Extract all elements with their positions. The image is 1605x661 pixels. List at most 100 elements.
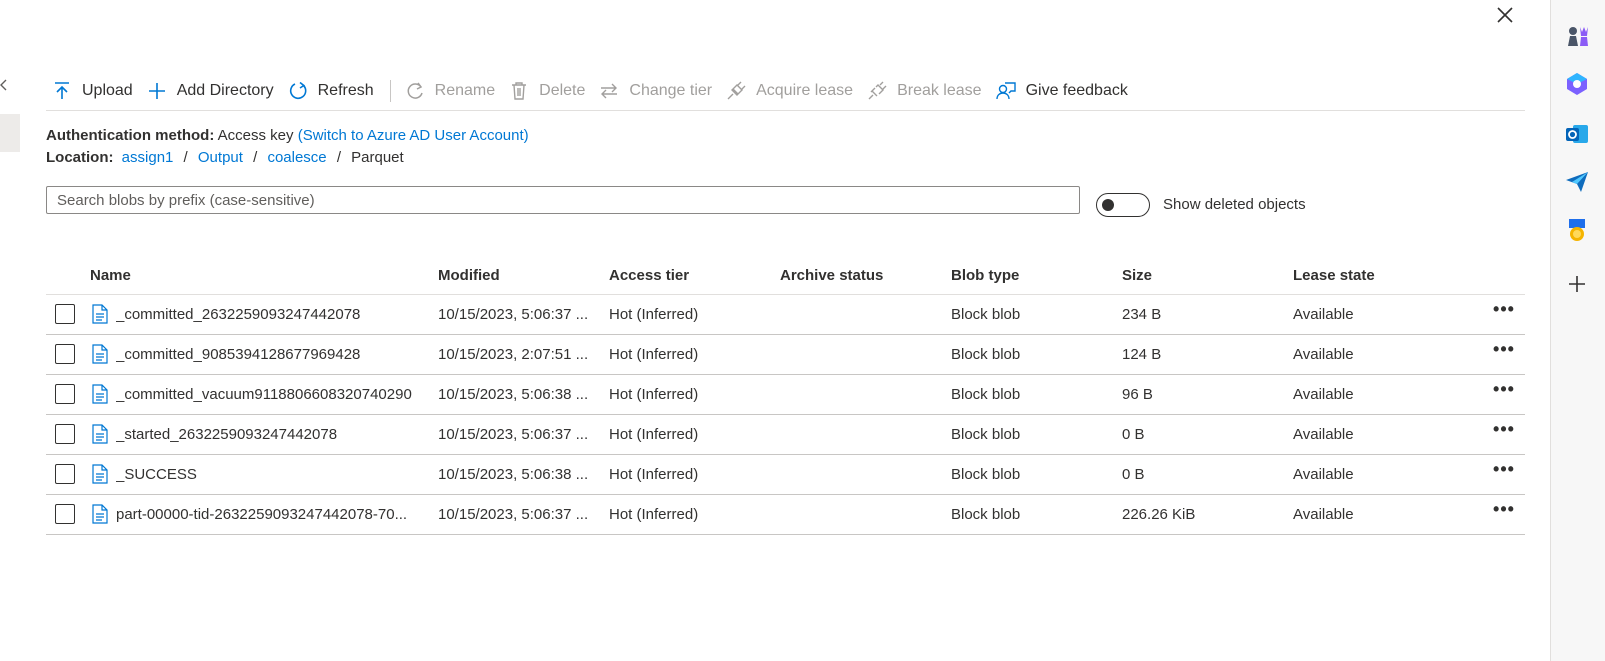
feedback-icon xyxy=(995,82,1016,100)
file-icon xyxy=(92,424,108,444)
refresh-icon xyxy=(289,81,307,100)
browser-sidebar xyxy=(1550,0,1605,661)
change-tier-label: Change tier xyxy=(629,82,713,99)
blob-type: Block blob xyxy=(951,346,1021,363)
column-header-name[interactable]: Name xyxy=(90,267,131,284)
switch-auth-link[interactable]: (Switch to Azure AD User Account) xyxy=(298,127,529,144)
file-icon xyxy=(92,344,108,364)
table-row[interactable]: _committed_9085394128677969428 10/15/202… xyxy=(46,335,1525,375)
blob-lease-state: Available xyxy=(1293,506,1354,523)
change-tier-button[interactable]: Change tier xyxy=(593,76,720,106)
auth-label: Authentication method: xyxy=(46,127,215,144)
outlook-icon[interactable] xyxy=(1563,120,1591,148)
table-row[interactable]: _SUCCESS 10/15/2023, 5:06:38 ... Hot (In… xyxy=(46,455,1525,495)
rename-label: Rename xyxy=(434,82,496,99)
search-input[interactable] xyxy=(46,186,1080,214)
column-header-size[interactable]: Size xyxy=(1122,267,1152,284)
rename-button[interactable]: Rename xyxy=(399,76,503,106)
blob-name[interactable]: _committed_9085394128677969428 xyxy=(116,346,424,363)
blob-modified: 10/15/2023, 5:06:38 ... xyxy=(438,386,589,403)
blob-type: Block blob xyxy=(951,306,1021,323)
copilot-icon[interactable] xyxy=(1563,70,1591,98)
upload-button[interactable]: Upload xyxy=(46,76,141,106)
blob-name[interactable]: _started_2632259093247442078 xyxy=(116,426,424,443)
more-options-icon[interactable]: ••• xyxy=(1490,299,1518,319)
plug-disconnected-icon xyxy=(868,81,887,100)
row-checkbox[interactable] xyxy=(55,384,75,404)
row-checkbox[interactable] xyxy=(55,344,75,364)
blob-access-tier: Hot (Inferred) xyxy=(609,466,699,483)
more-options-icon[interactable]: ••• xyxy=(1490,379,1518,399)
row-checkbox[interactable] xyxy=(55,304,75,324)
add-icon[interactable] xyxy=(1563,270,1591,298)
table-header: Name Modified Access tier Archive status… xyxy=(46,258,1525,295)
collapse-panel-icon[interactable] xyxy=(0,78,10,94)
breadcrumb-separator: / xyxy=(253,149,258,166)
blob-modified: 10/15/2023, 5:06:37 ... xyxy=(438,426,589,443)
breadcrumb-assign1[interactable]: assign1 xyxy=(122,149,174,166)
rewards-icon[interactable] xyxy=(1563,216,1591,244)
blob-modified: 10/15/2023, 2:07:51 ... xyxy=(438,346,589,363)
column-header-lease-state[interactable]: Lease state xyxy=(1293,267,1375,284)
breadcrumb-output[interactable]: Output xyxy=(198,149,243,166)
show-deleted-toggle[interactable] xyxy=(1096,193,1150,217)
breadcrumb-coalesce[interactable]: coalesce xyxy=(267,149,326,166)
column-header-modified[interactable]: Modified xyxy=(438,267,500,284)
more-options-icon[interactable]: ••• xyxy=(1490,419,1518,439)
auth-value: Access key xyxy=(217,127,294,144)
blob-name[interactable]: _committed_vacuum9118806608320740290 xyxy=(116,386,424,403)
blob-access-tier: Hot (Inferred) xyxy=(609,346,699,363)
upload-label: Upload xyxy=(82,82,133,99)
give-feedback-button[interactable]: Give feedback xyxy=(990,76,1136,106)
blob-access-tier: Hot (Inferred) xyxy=(609,426,699,443)
swap-icon xyxy=(601,83,618,99)
row-checkbox[interactable] xyxy=(55,504,75,524)
blob-size: 234 B xyxy=(1122,306,1162,323)
close-icon[interactable] xyxy=(1494,4,1516,26)
blob-lease-state: Available xyxy=(1293,426,1354,443)
authentication-method: Authentication method: Access key (Switc… xyxy=(46,127,529,144)
file-icon xyxy=(92,304,108,324)
add-directory-button[interactable]: Add Directory xyxy=(141,76,282,106)
give-feedback-label: Give feedback xyxy=(1025,82,1128,99)
left-panel-tab[interactable] xyxy=(0,114,20,152)
blob-table: Name Modified Access tier Archive status… xyxy=(46,258,1525,535)
send-icon[interactable] xyxy=(1563,168,1591,196)
blob-lease-state: Available xyxy=(1293,346,1354,363)
column-header-blob-type[interactable]: Blob type xyxy=(951,267,1019,284)
break-lease-button[interactable]: Break lease xyxy=(861,76,990,106)
blob-access-tier: Hot (Inferred) xyxy=(609,386,699,403)
table-row[interactable]: _started_2632259093247442078 10/15/2023,… xyxy=(46,415,1525,455)
chess-icon[interactable] xyxy=(1563,22,1591,50)
delete-button[interactable]: Delete xyxy=(503,76,593,106)
table-row[interactable]: _committed_vacuum9118806608320740290 10/… xyxy=(46,375,1525,415)
blob-size: 0 B xyxy=(1122,466,1145,483)
blob-modified: 10/15/2023, 5:06:37 ... xyxy=(438,306,589,323)
upload-icon xyxy=(55,82,69,99)
row-checkbox[interactable] xyxy=(55,464,75,484)
table-row[interactable]: part-00000-tid-2632259093247442078-70...… xyxy=(46,495,1525,535)
blob-access-tier: Hot (Inferred) xyxy=(609,506,699,523)
blob-type: Block blob xyxy=(951,426,1021,443)
refresh-label: Refresh xyxy=(317,82,374,99)
more-options-icon[interactable]: ••• xyxy=(1490,339,1518,359)
show-deleted-label: Show deleted objects xyxy=(1163,196,1306,213)
column-header-archive-status[interactable]: Archive status xyxy=(780,267,883,284)
more-options-icon[interactable]: ••• xyxy=(1490,459,1518,479)
more-options-icon[interactable]: ••• xyxy=(1490,499,1518,519)
file-icon xyxy=(92,464,108,484)
table-row[interactable]: _committed_2632259093247442078 10/15/202… xyxy=(46,295,1525,335)
location-label: Location: xyxy=(46,149,114,166)
trash-icon xyxy=(512,82,527,100)
column-header-access-tier[interactable]: Access tier xyxy=(609,267,689,284)
blob-name[interactable]: part-00000-tid-2632259093247442078-70... xyxy=(116,506,424,523)
row-checkbox[interactable] xyxy=(55,424,75,444)
refresh-button[interactable]: Refresh xyxy=(282,76,382,106)
blob-type: Block blob xyxy=(951,386,1021,403)
blob-name[interactable]: _committed_2632259093247442078 xyxy=(116,306,424,323)
file-icon xyxy=(92,384,108,404)
blob-name[interactable]: _SUCCESS xyxy=(116,466,424,483)
plus-icon xyxy=(148,83,165,99)
acquire-lease-button[interactable]: Acquire lease xyxy=(720,76,861,106)
blob-size: 0 B xyxy=(1122,426,1145,443)
